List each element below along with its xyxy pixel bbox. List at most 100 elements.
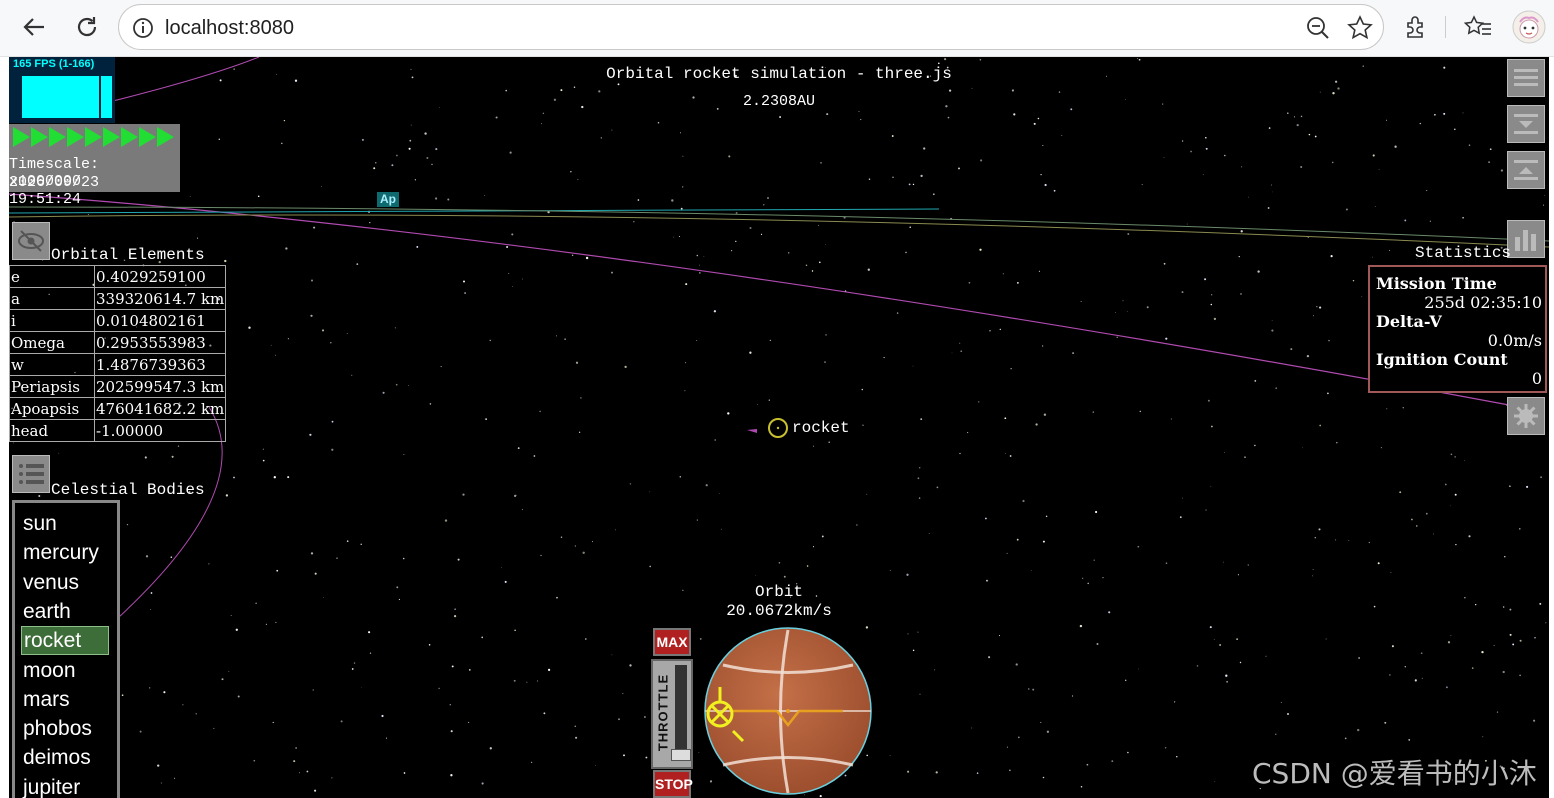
profile-button[interactable] bbox=[1512, 10, 1546, 44]
favorites-icon bbox=[1464, 15, 1491, 35]
menu-button[interactable] bbox=[1507, 59, 1545, 97]
extensions-button[interactable] bbox=[1401, 12, 1431, 42]
orbital-elements-table: e 0.4029259100 a 339320614.7 km i 0.010480216… bbox=[9, 265, 227, 442]
navball-speed: 20.0672km/s bbox=[726, 602, 832, 620]
orbital-element-value: 339320614.7 km bbox=[93, 287, 227, 310]
back-icon bbox=[23, 18, 44, 36]
celestial-body-item[interactable]: mercury bbox=[21, 538, 109, 567]
orbital-element-value: 0.2953553983 bbox=[93, 331, 227, 354]
throttle-track bbox=[675, 665, 687, 761]
page-title: Orbital rocket simulation - three.js bbox=[606, 65, 952, 83]
simulation-viewport[interactable]: 165 FPS (1-166) Timescale: x1000000 2026… bbox=[9, 57, 1549, 798]
orbital-element-row: i 0.0104802161 bbox=[9, 309, 227, 332]
orbital-element-row: e 0.4029259100 bbox=[9, 265, 227, 288]
apoapsis-marker[interactable]: Ap bbox=[377, 192, 399, 207]
celestial-body-item[interactable]: venus bbox=[21, 568, 109, 597]
orbital-element-row: head -1.00000 bbox=[9, 419, 227, 442]
celestial-body-item[interactable]: moon bbox=[21, 656, 109, 685]
delta-v-label: Delta-V bbox=[1376, 312, 1442, 331]
collapse-up-icon bbox=[1514, 160, 1538, 180]
navball-mode: Orbit bbox=[754, 583, 803, 601]
timescale-arrow-icon[interactable] bbox=[157, 127, 174, 147]
orbital-element-row: Apoapsis 476041682.2 km bbox=[9, 397, 227, 420]
celestial-bodies-list[interactable]: sun mercury venus earth rocket moon mars phobos… bbox=[12, 500, 120, 798]
browser-toolbar: localhost:8080 bbox=[0, 0, 1554, 57]
orbital-element-key: a bbox=[9, 287, 95, 310]
url-text: localhost:8080 bbox=[165, 17, 294, 39]
orbital-element-key: Periapsis bbox=[9, 375, 95, 398]
collapse-up-button[interactable] bbox=[1507, 151, 1545, 189]
timescale-arrow-icon[interactable] bbox=[49, 127, 66, 147]
orbital-element-key: e bbox=[9, 265, 95, 288]
zoom-out-icon[interactable] bbox=[1305, 15, 1331, 41]
celestial-body-item[interactable]: earth bbox=[21, 597, 109, 626]
statistics-toggle[interactable] bbox=[1507, 220, 1545, 258]
statistics-panel: Mission Time 255d 02:35:10 Delta-V 0.0m/… bbox=[1368, 265, 1547, 393]
timescale-arrow-icon[interactable] bbox=[85, 127, 102, 147]
timescale-arrows[interactable] bbox=[13, 127, 174, 147]
celestial-body-item[interactable]: sun bbox=[21, 509, 109, 538]
orbital-element-row: w 1.4876739363 bbox=[9, 353, 227, 376]
throttle-label: THROTTLE bbox=[655, 673, 671, 752]
mission-time-value: 255d 02:35:10 bbox=[1424, 293, 1542, 312]
throttle-stop-button[interactable]: STOP bbox=[653, 770, 693, 798]
orbital-element-value: 0.0104802161 bbox=[93, 309, 227, 332]
favorites-button[interactable] bbox=[1463, 12, 1493, 42]
settings-button[interactable] bbox=[1507, 397, 1545, 435]
profile-avatar-icon bbox=[1512, 10, 1546, 44]
timescale-arrow-icon[interactable] bbox=[13, 127, 30, 147]
collapse-down-icon bbox=[1514, 114, 1538, 134]
throttle-max-button[interactable]: MAX bbox=[653, 628, 691, 656]
timescale-arrow-icon[interactable] bbox=[103, 127, 120, 147]
statistics-heading: Statistics bbox=[1415, 244, 1512, 262]
bar-chart-icon bbox=[1515, 230, 1536, 251]
celestial-body-item[interactable]: deimos bbox=[21, 743, 109, 772]
orbital-elements-toggle[interactable] bbox=[12, 222, 50, 260]
orbital-element-key: Apoapsis bbox=[9, 397, 95, 420]
celestial-body-item[interactable]: phobos bbox=[21, 714, 109, 743]
orbital-element-value: 1.4876739363 bbox=[93, 353, 227, 376]
address-bar[interactable]: localhost:8080 bbox=[118, 4, 1384, 50]
timescale-arrow-icon[interactable] bbox=[67, 127, 84, 147]
collapse-down-button[interactable] bbox=[1507, 105, 1545, 143]
reload-button[interactable] bbox=[70, 10, 104, 44]
mission-time-label: Mission Time bbox=[1376, 274, 1497, 293]
orbital-element-row: Omega 0.2953553983 bbox=[9, 331, 227, 354]
timescale-panel: Timescale: x1000000 2026/09/23 19:51:24 bbox=[9, 124, 180, 208]
timescale-arrow-icon[interactable] bbox=[31, 127, 48, 147]
watermark: CSDN @爱看书的小沐 bbox=[1252, 757, 1537, 790]
timescale-arrow-icon[interactable] bbox=[139, 127, 156, 147]
orbital-element-key: Omega bbox=[9, 331, 95, 354]
navball[interactable] bbox=[693, 625, 883, 798]
orbital-element-key: head bbox=[9, 419, 95, 442]
reload-icon bbox=[77, 17, 97, 37]
orbital-element-key: w bbox=[9, 353, 95, 376]
orbital-element-row: Periapsis 202599547.3 km bbox=[9, 375, 227, 398]
celestial-bodies-toggle[interactable] bbox=[12, 455, 50, 493]
menu-icon bbox=[1514, 69, 1538, 86]
celestial-bodies-heading: Celestial Bodies bbox=[51, 481, 205, 499]
site-info-icon[interactable] bbox=[131, 16, 155, 40]
rocket-label: rocket bbox=[792, 419, 850, 437]
gear-icon bbox=[1514, 404, 1538, 428]
back-button[interactable] bbox=[17, 10, 51, 44]
throttle-slider[interactable]: THROTTLE bbox=[651, 659, 693, 769]
throttle-knob[interactable] bbox=[671, 749, 691, 761]
bookmark-star-icon[interactable] bbox=[1347, 15, 1373, 41]
orbital-element-value: 476041682.2 km bbox=[93, 397, 227, 420]
list-icon bbox=[19, 464, 44, 484]
orbital-element-key: i bbox=[9, 309, 95, 332]
orbital-element-value: 0.4029259100 bbox=[93, 265, 227, 288]
celestial-body-item[interactable]: jupiter bbox=[21, 773, 109, 798]
orbital-element-row: a 339320614.7 km bbox=[9, 287, 227, 310]
sim-date: 2026/09/23 19:51:24 bbox=[9, 174, 100, 208]
distance-readout: 2.2308AU bbox=[742, 93, 815, 110]
ignition-count-label: Ignition Count bbox=[1376, 350, 1508, 369]
timescale-arrow-icon[interactable] bbox=[121, 127, 138, 147]
orbital-elements-heading: Orbital Elements bbox=[51, 246, 205, 264]
celestial-body-item[interactable]: mars bbox=[21, 685, 109, 714]
rocket-trail-icon bbox=[747, 429, 757, 433]
celestial-body-item[interactable]: rocket bbox=[21, 626, 109, 656]
extensions-icon bbox=[1407, 16, 1423, 38]
ignition-count-value: 0 bbox=[1531, 369, 1542, 388]
